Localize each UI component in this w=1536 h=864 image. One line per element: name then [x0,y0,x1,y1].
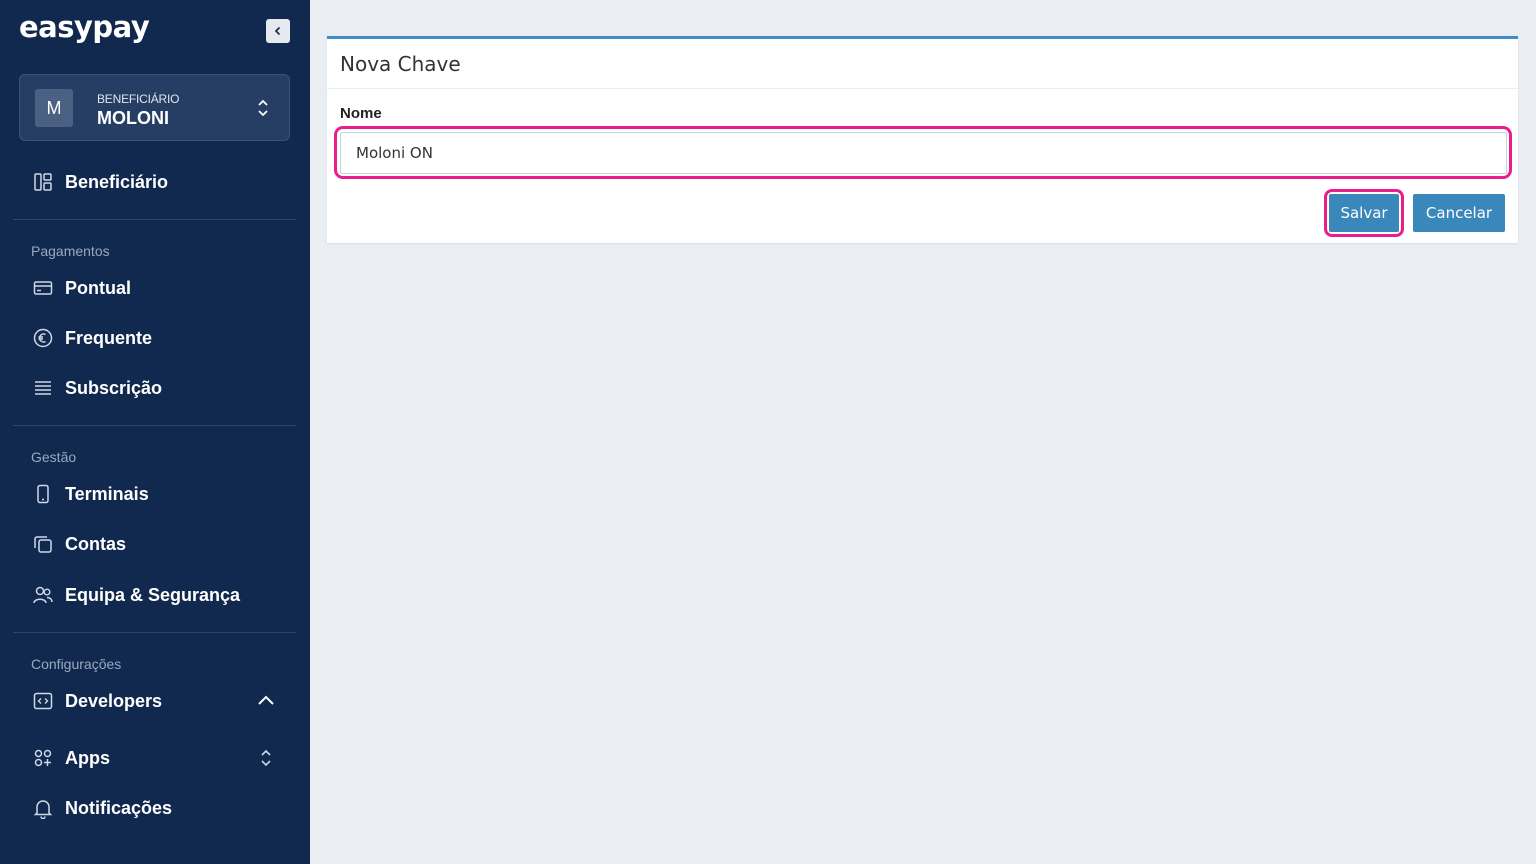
section-title-pagamentos: Pagamentos [31,243,110,259]
sidebar-item-label: Developers [65,690,163,711]
sidebar-item-contas[interactable]: Contas [31,529,126,559]
sidebar-item-beneficiario[interactable]: Beneficiário [31,167,168,197]
list-icon [31,376,55,400]
collapse-sidebar-button[interactable] [266,19,290,43]
name-field-label: Nome [340,105,382,122]
sidebar-item-frequente[interactable]: Frequente [31,323,152,353]
sidebar: easypay M BENEFICIÁRIO MOLONI Beneficiár… [0,0,310,864]
section-title-gestao: Gestão [31,449,77,465]
chevron-up-down-icon[interactable] [256,747,276,769]
account-switcher[interactable]: M BENEFICIÁRIO MOLONI [19,74,290,141]
easypay-logo: easypay [19,10,150,44]
sidebar-item-equipa-seguranca[interactable]: Equipa & Segurança [31,580,240,610]
sidebar-item-label: Equipa & Segurança [65,584,241,605]
cancel-button[interactable]: Cancelar [1413,194,1505,232]
page-title: Nova Chave [340,51,461,76]
card-header: Nova Chave [327,39,1518,89]
users-icon [31,583,55,607]
chevron-left-icon [274,26,281,36]
sidebar-item-terminais[interactable]: Terminais [31,479,149,509]
sidebar-item-apps[interactable]: Apps [31,743,281,773]
sidebar-item-pontual[interactable]: Pontual [31,273,131,303]
sidebar-item-label: Contas [65,533,127,554]
copy-icon [31,532,55,556]
new-key-card: Nova Chave Nome Salvar Cancelar [327,36,1518,243]
divider [13,425,296,426]
sidebar-item-label: Frequente [65,327,153,348]
sidebar-item-label: Notificações [65,797,173,818]
account-role: BENEFICIÁRIO [97,92,180,106]
euro-icon [31,326,55,350]
section-title-configuracoes: Configurações [31,656,122,672]
sidebar-item-label: Beneficiário [65,171,169,192]
apps-icon [31,746,55,770]
sidebar-item-label: Terminais [65,483,149,504]
sidebar-item-subscricao[interactable]: Subscrição [31,373,162,403]
card-icon [31,276,55,300]
account-name: MOLONI [97,108,169,128]
sidebar-item-label: Pontual [65,277,131,298]
sidebar-item-label: Apps [65,747,110,768]
sidebar-item-developers[interactable]: Developers [31,686,281,716]
avatar: M [35,89,73,127]
divider [13,632,296,633]
chevron-up-down-icon [258,99,268,117]
save-button[interactable]: Salvar [1329,194,1399,232]
sidebar-item-label: Subscrição [65,377,163,398]
bell-icon [31,796,55,820]
sidebar-item-notificacoes[interactable]: Notificações [31,793,172,823]
name-field[interactable] [340,132,1507,174]
code-icon [31,689,55,713]
dashboard-icon [31,170,55,194]
divider [13,219,296,220]
chevron-up-icon[interactable] [256,692,276,710]
phone-icon [31,482,55,506]
